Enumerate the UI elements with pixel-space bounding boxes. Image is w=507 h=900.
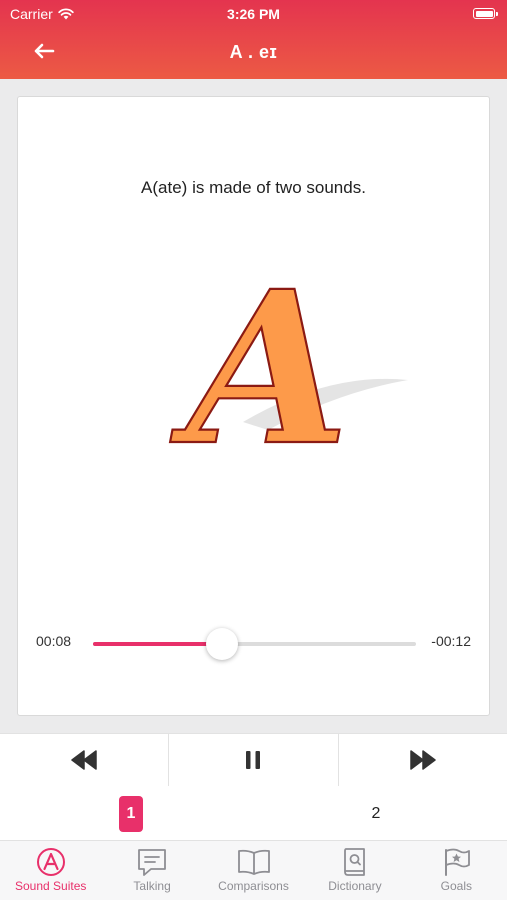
app-header: Carrier 3:26 PM A . eɪ <box>0 0 507 79</box>
tab-sound-suites[interactable]: Sound Suites <box>0 841 101 900</box>
book-icon <box>237 849 270 875</box>
battery-icon <box>473 8 498 19</box>
lesson-caption: A(ate) is made of two sounds. <box>141 178 366 197</box>
sound-suites-icon <box>36 848 65 876</box>
page-title: A . eɪ <box>229 42 278 62</box>
tab-label-goals: Goals <box>440 879 472 893</box>
page-selector: 1 2 <box>0 786 507 841</box>
status-time: 3:26 PM <box>227 6 280 22</box>
audio-progress-slider[interactable] <box>93 628 416 660</box>
pause-icon <box>246 751 261 769</box>
status-bar: Carrier 3:26 PM <box>0 6 507 24</box>
tab-label-comparisons: Comparisons <box>218 879 289 893</box>
flag-icon <box>445 848 471 876</box>
tab-label-sound-suites: Sound Suites <box>15 879 87 893</box>
tab-label-talking: Talking <box>133 879 171 893</box>
tab-dictionary[interactable]: Dictionary <box>304 841 405 900</box>
progress-fill <box>93 642 223 646</box>
tab-comparisons[interactable]: Comparisons <box>203 841 304 900</box>
playback-controls <box>0 733 507 787</box>
tab-talking[interactable]: Talking <box>101 841 202 900</box>
remaining-time: -00:12 <box>431 633 471 649</box>
rewind-button[interactable] <box>0 734 168 786</box>
pause-button[interactable] <box>168 734 337 786</box>
letter-illustration: A <box>168 262 408 462</box>
tab-goals[interactable]: Goals <box>406 841 507 900</box>
page-1-button[interactable]: 1 <box>119 796 143 832</box>
slider-thumb[interactable] <box>206 628 239 660</box>
dictionary-icon <box>344 848 365 876</box>
tab-bar: Sound Suites Talking Comparisons Diction… <box>0 841 507 900</box>
tab-label-dictionary: Dictionary <box>328 879 382 893</box>
letter-glyph: A <box>170 262 350 462</box>
lesson-card: A(ate) is made of two sounds. A 00:08 -0… <box>17 96 490 716</box>
talking-icon <box>138 849 167 876</box>
fast-forward-icon <box>410 750 436 770</box>
elapsed-time: 00:08 <box>36 633 72 649</box>
page-2-button[interactable]: 2 <box>364 796 388 832</box>
fast-forward-button[interactable] <box>337 734 507 786</box>
rewind-icon <box>71 750 97 770</box>
